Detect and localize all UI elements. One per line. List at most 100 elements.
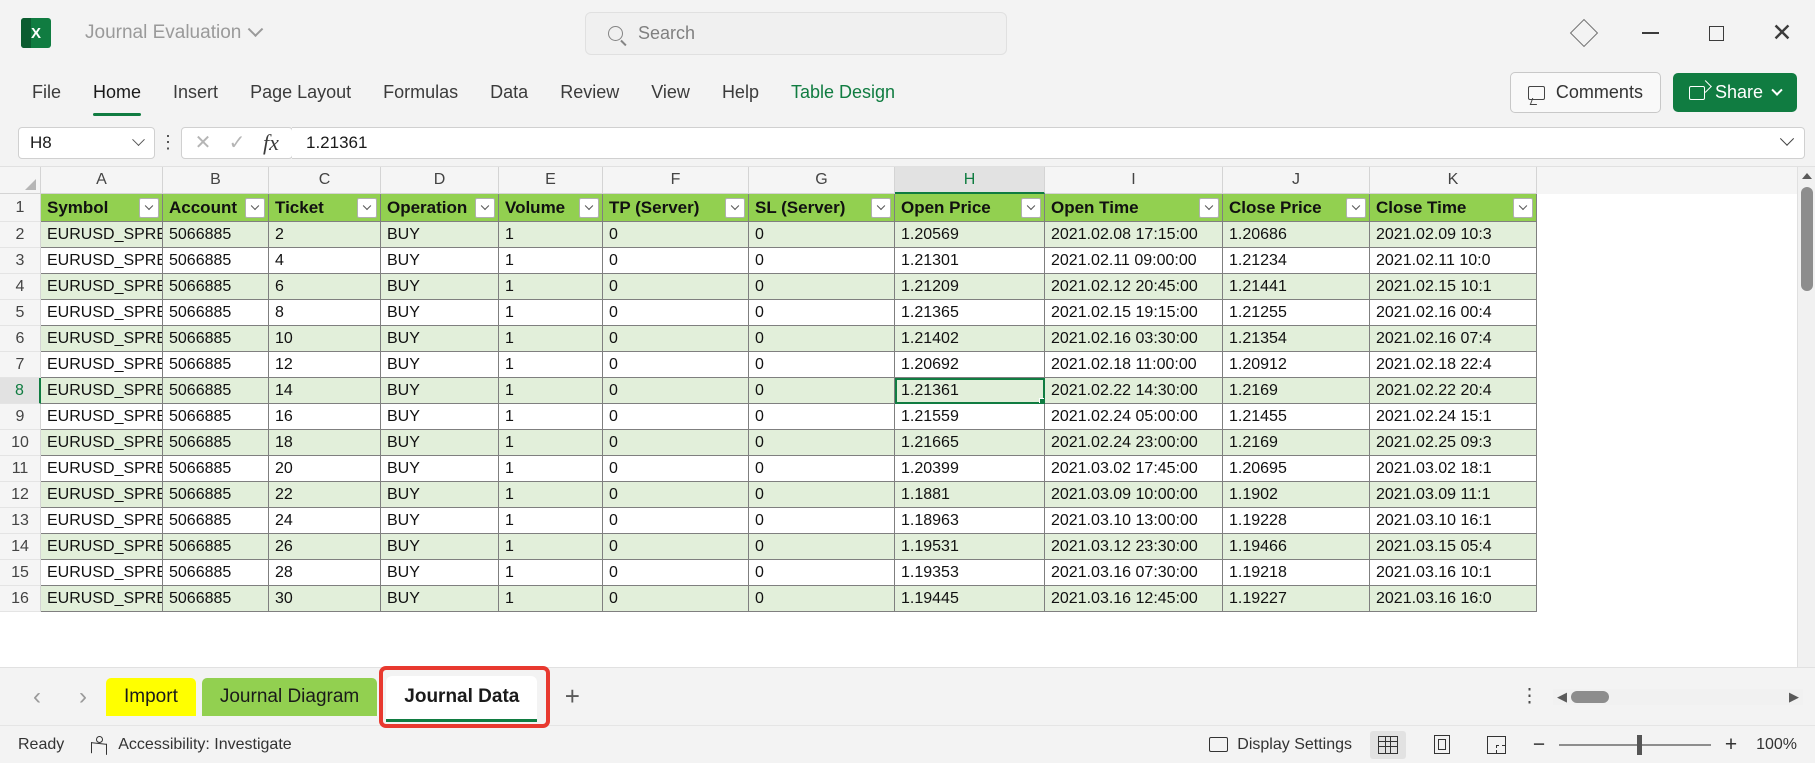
cell-F8[interactable]: 0 — [603, 378, 749, 404]
scroll-up-button[interactable] — [1798, 167, 1815, 185]
row-header-9[interactable]: 9 — [0, 404, 41, 430]
formula-input[interactable]: 1.21361 — [292, 126, 1805, 159]
table-row[interactable]: 4 EURUSD_SPRE 5066885 6 BUY 1 0 0 1.21209 2021.02… — [0, 274, 1815, 300]
cell-H9[interactable]: 1.21559 — [895, 404, 1045, 430]
cell-K13[interactable]: 2021.03.10 16:1 — [1370, 508, 1537, 534]
cell-J12[interactable]: 1.1902 — [1223, 482, 1370, 508]
cell-A9[interactable]: EURUSD_SPRE — [41, 404, 163, 430]
table-row[interactable]: 15 EURUSD_SPRE 5066885 28 BUY 1 0 0 1.19353 2021.… — [0, 560, 1815, 586]
comments-button[interactable]: Comments — [1509, 72, 1661, 113]
close-button[interactable]: ✕ — [1749, 0, 1815, 66]
cell-B9[interactable]: 5066885 — [163, 404, 269, 430]
row-header-4[interactable]: 4 — [0, 274, 41, 300]
ribbon-tab-data[interactable]: Data — [474, 76, 544, 109]
cell-H16[interactable]: 1.19445 — [895, 586, 1045, 612]
cell-F3[interactable]: 0 — [603, 248, 749, 274]
column-header-a[interactable]: A — [41, 167, 163, 194]
vertical-scrollbar[interactable] — [1797, 167, 1815, 667]
document-title[interactable]: Journal Evaluation — [85, 20, 264, 44]
cell-I6[interactable]: 2021.02.16 03:30:00 — [1045, 326, 1223, 352]
table-row[interactable]: 13 EURUSD_SPRE 5066885 24 BUY 1 0 0 1.18963 2021.… — [0, 508, 1815, 534]
cell-G12[interactable]: 0 — [749, 482, 895, 508]
cell-J7[interactable]: 1.20912 — [1223, 352, 1370, 378]
row-header-11[interactable]: 11 — [0, 456, 41, 482]
cell-F7[interactable]: 0 — [603, 352, 749, 378]
cell-B2[interactable]: 5066885 — [163, 222, 269, 248]
cell-D13[interactable]: BUY — [381, 508, 499, 534]
cell-I16[interactable]: 2021.03.16 12:45:00 — [1045, 586, 1223, 612]
cell-B5[interactable]: 5066885 — [163, 300, 269, 326]
cell-H7[interactable]: 1.20692 — [895, 352, 1045, 378]
column-header-g[interactable]: G — [749, 167, 895, 194]
cell-B12[interactable]: 5066885 — [163, 482, 269, 508]
ribbon-tab-page-layout[interactable]: Page Layout — [234, 76, 367, 109]
row-header-13[interactable]: 13 — [0, 508, 41, 534]
enter-formula-button[interactable]: ✓ — [220, 130, 254, 155]
cell-I5[interactable]: 2021.02.15 19:15:00 — [1045, 300, 1223, 326]
cell-H2[interactable]: 1.20569 — [895, 222, 1045, 248]
cell-E10[interactable]: 1 — [499, 430, 603, 456]
cell-A14[interactable]: EURUSD_SPRE — [41, 534, 163, 560]
table-row[interactable]: 11 EURUSD_SPRE 5066885 20 BUY 1 0 0 1.20399 2021.… — [0, 456, 1815, 482]
cell-H10[interactable]: 1.21665 — [895, 430, 1045, 456]
maximize-button[interactable] — [1683, 0, 1749, 66]
cell-F12[interactable]: 0 — [603, 482, 749, 508]
cell-G2[interactable]: 0 — [749, 222, 895, 248]
cell-G10[interactable]: 0 — [749, 430, 895, 456]
cell-G13[interactable]: 0 — [749, 508, 895, 534]
cell-G16[interactable]: 0 — [749, 586, 895, 612]
table-column-header[interactable]: Volume — [499, 194, 603, 222]
cell-D15[interactable]: BUY — [381, 560, 499, 586]
cell-K3[interactable]: 2021.02.11 10:0 — [1370, 248, 1537, 274]
cell-B13[interactable]: 5066885 — [163, 508, 269, 534]
table-row[interactable]: 5 EURUSD_SPRE 5066885 8 BUY 1 0 0 1.21365 2021.02… — [0, 300, 1815, 326]
cell-E2[interactable]: 1 — [499, 222, 603, 248]
table-column-header[interactable]: SL (Server) — [749, 194, 895, 222]
cell-H11[interactable]: 1.20399 — [895, 456, 1045, 482]
select-all-corner[interactable] — [0, 167, 41, 194]
cell-G8[interactable]: 0 — [749, 378, 895, 404]
cell-J10[interactable]: 1.2169 — [1223, 430, 1370, 456]
cell-H13[interactable]: 1.18963 — [895, 508, 1045, 534]
cell-D7[interactable]: BUY — [381, 352, 499, 378]
cell-C10[interactable]: 18 — [269, 430, 381, 456]
cell-B16[interactable]: 5066885 — [163, 586, 269, 612]
cell-A4[interactable]: EURUSD_SPRE — [41, 274, 163, 300]
cell-H4[interactable]: 1.21209 — [895, 274, 1045, 300]
column-header-j[interactable]: J — [1223, 167, 1370, 194]
cell-J16[interactable]: 1.19227 — [1223, 586, 1370, 612]
cell-G4[interactable]: 0 — [749, 274, 895, 300]
sheet-tab-journal-diagram[interactable]: Journal Diagram — [201, 677, 378, 716]
horizontal-scroll-track[interactable] — [1571, 690, 1785, 703]
cell-B14[interactable]: 5066885 — [163, 534, 269, 560]
cell-I7[interactable]: 2021.02.18 11:00:00 — [1045, 352, 1223, 378]
cell-E15[interactable]: 1 — [499, 560, 603, 586]
sheet-tab-import[interactable]: Import — [106, 677, 196, 716]
cell-K6[interactable]: 2021.02.16 07:4 — [1370, 326, 1537, 352]
cell-J11[interactable]: 1.20695 — [1223, 456, 1370, 482]
table-column-header[interactable]: TP (Server) — [603, 194, 749, 222]
table-column-header[interactable]: Open Time — [1045, 194, 1223, 222]
table-row[interactable]: 16 EURUSD_SPRE 5066885 30 BUY 1 0 0 1.19445 2021.… — [0, 586, 1815, 612]
filter-dropdown-icon[interactable] — [579, 197, 599, 218]
chevron-down-icon[interactable] — [248, 20, 264, 37]
cell-A3[interactable]: EURUSD_SPRE — [41, 248, 163, 274]
cell-F16[interactable]: 0 — [603, 586, 749, 612]
row-header-1[interactable]: 1 — [0, 194, 41, 222]
minimize-button[interactable] — [1617, 0, 1683, 66]
cell-C9[interactable]: 16 — [269, 404, 381, 430]
cell-C3[interactable]: 4 — [269, 248, 381, 274]
row-header-14[interactable]: 14 — [0, 534, 41, 560]
cell-C15[interactable]: 28 — [269, 560, 381, 586]
cell-F6[interactable]: 0 — [603, 326, 749, 352]
cell-H6[interactable]: 1.21402 — [895, 326, 1045, 352]
cell-I4[interactable]: 2021.02.12 20:45:00 — [1045, 274, 1223, 300]
cell-E11[interactable]: 1 — [499, 456, 603, 482]
cell-F5[interactable]: 0 — [603, 300, 749, 326]
column-header-h[interactable]: H — [895, 167, 1045, 194]
cell-K12[interactable]: 2021.03.09 11:1 — [1370, 482, 1537, 508]
cell-E7[interactable]: 1 — [499, 352, 603, 378]
cell-C13[interactable]: 24 — [269, 508, 381, 534]
cell-J2[interactable]: 1.20686 — [1223, 222, 1370, 248]
row-header-3[interactable]: 3 — [0, 248, 41, 274]
